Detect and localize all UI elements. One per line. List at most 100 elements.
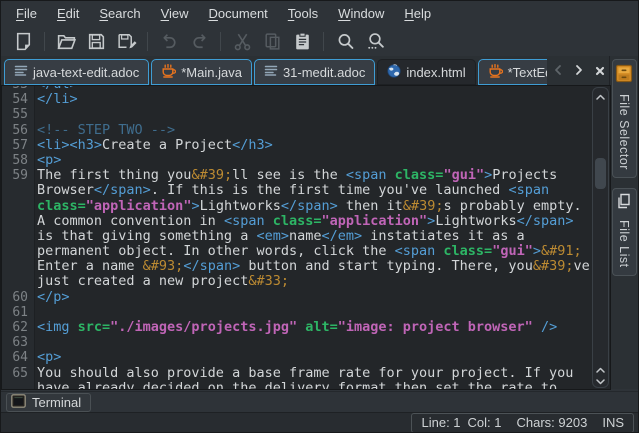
vertical-scrollbar[interactable] <box>592 87 609 388</box>
terminal-panel-label: Terminal <box>32 395 81 410</box>
statusbar: Line: 1 Col: 1 Chars: 9203 INS <box>1 412 638 432</box>
toolbar-button-cut[interactable] <box>227 28 257 54</box>
text-editor-window: FileEditSearchViewDocumentToolsWindowHel… <box>0 0 639 433</box>
text-doc-icon <box>14 64 28 80</box>
menu-item-edit[interactable]: Edit <box>47 2 89 25</box>
line-number: 55 <box>2 107 35 122</box>
toolbar-button-copy[interactable] <box>257 28 287 54</box>
file-list-icon <box>616 193 632 214</box>
code-text: Browser</span>. If this is the first tim… <box>35 183 592 198</box>
toolbar-button-redo[interactable] <box>184 28 214 54</box>
code-text: have already decided on the delivery for… <box>35 381 592 389</box>
menu-item-tools[interactable]: Tools <box>278 2 328 25</box>
status-chars: Chars: 9203 <box>517 415 588 430</box>
save-as-icon <box>116 31 137 52</box>
tab-scroll-left-button[interactable] <box>548 61 568 82</box>
sidebar-tab-file-selector[interactable]: File Selector <box>612 59 637 178</box>
toolbar-separator <box>147 32 148 51</box>
toolbar-button-save[interactable] <box>81 28 111 54</box>
scroll-up-button[interactable] <box>593 89 608 101</box>
line-number <box>2 244 35 259</box>
code-line: 62<img src="./images/projects.jpg" alt="… <box>2 320 592 335</box>
editor-pane[interactable]: 53</ul>54</li>5556<!-- STEP TWO -->57<li… <box>1 85 611 390</box>
menu-item-help[interactable]: Help <box>394 2 441 25</box>
sidebar-tab-file-list[interactable]: File List <box>612 188 637 276</box>
tabbar: java-text-edit.adoc *Main.java 31-medit.ad… <box>1 56 611 85</box>
toolbar-button-undo[interactable] <box>154 28 184 54</box>
menu-item-search[interactable]: Search <box>89 2 150 25</box>
code-line: class="application">Lightworks</span> th… <box>2 199 592 214</box>
menu-item-view[interactable]: View <box>151 2 199 25</box>
java-coffee-icon <box>488 64 503 81</box>
line-number: 56 <box>2 123 35 138</box>
code-line: A common convention in <span class="appl… <box>2 214 592 229</box>
line-number: 57 <box>2 138 35 153</box>
code-line: 58<p> <box>2 153 592 168</box>
tab-texted[interactable]: *TextEd <box>478 59 547 85</box>
redo-icon <box>189 31 210 52</box>
line-number: 62 <box>2 320 35 335</box>
line-number <box>2 229 35 244</box>
toolbar-button-paste[interactable] <box>287 28 317 54</box>
status-box: Line: 1 Col: 1 Chars: 9203 INS <box>411 413 634 433</box>
status-col[interactable]: Col: 1 <box>468 415 502 430</box>
code-line: 65You should also provide a base frame r… <box>2 366 592 381</box>
code-line: 56<!-- STEP TWO --> <box>2 123 592 138</box>
cut-icon <box>232 31 253 52</box>
code-text <box>35 107 592 122</box>
bottom-panel-bar: Terminal <box>1 391 638 412</box>
toolbar-button-open-file[interactable] <box>51 28 81 54</box>
menu-item-document[interactable]: Document <box>199 2 278 25</box>
line-number <box>2 214 35 229</box>
line-number <box>2 183 35 198</box>
html-globe-icon <box>387 64 401 81</box>
find-replace-icon <box>365 31 386 52</box>
toolbar-button-find[interactable] <box>330 28 360 54</box>
arrow-up-icon <box>596 88 605 103</box>
tab-close-button[interactable] <box>590 61 610 82</box>
new-document-icon <box>13 31 34 52</box>
close-icon <box>595 64 605 79</box>
tab-main-java[interactable]: *Main.java <box>151 59 252 85</box>
menubar: FileEditSearchViewDocumentToolsWindowHel… <box>1 1 638 26</box>
code-text: <p> <box>35 350 592 365</box>
code-area[interactable]: 53</ul>54</li>5556<!-- STEP TWO -->57<li… <box>2 86 592 389</box>
terminal-panel-button[interactable]: Terminal <box>6 393 91 412</box>
toolbar-button-save-as[interactable] <box>111 28 141 54</box>
tab-31-medit-adoc[interactable]: 31-medit.adoc <box>254 59 375 85</box>
code-text: is that giving something a <em>name</em>… <box>35 229 592 244</box>
line-number: 65 <box>2 366 35 381</box>
code-line-partial: have already decided on the delivery for… <box>2 381 592 389</box>
menu-item-file[interactable]: File <box>6 2 47 25</box>
menu-item-window[interactable]: Window <box>328 2 394 25</box>
line-number: 54 <box>2 92 35 107</box>
tab-scroll-right-button[interactable] <box>569 61 589 82</box>
toolbar-separator <box>323 32 324 51</box>
line-number: 61 <box>2 305 35 320</box>
line-number <box>2 199 35 214</box>
line-number: 63 <box>2 335 35 350</box>
code-text: <!-- STEP TWO --> <box>35 123 592 138</box>
line-number <box>2 259 35 274</box>
tab-label: java-text-edit.adoc <box>33 65 139 80</box>
scroll-down-button[interactable] <box>593 374 608 386</box>
line-number: 58 <box>2 153 35 168</box>
text-doc-icon <box>264 64 278 80</box>
status-insert-mode[interactable]: INS <box>602 415 624 430</box>
tab-index-html[interactable]: index.html <box>377 59 475 85</box>
line-number: 64 <box>2 350 35 365</box>
tab-strip: java-text-edit.adoc *Main.java 31-medit.ad… <box>1 56 547 85</box>
status-line[interactable]: Line: 1 <box>421 415 460 430</box>
toolbar-button-find-replace[interactable] <box>360 28 390 54</box>
find-icon <box>335 31 356 52</box>
code-text: <img src="./images/projects.jpg" alt="im… <box>35 320 592 335</box>
code-line: 59The first thing you&#39;ll see is the … <box>2 168 592 183</box>
code-text: A common convention in <span class="appl… <box>35 214 592 229</box>
tab-label: index.html <box>406 65 465 80</box>
tab-java-text-edit-adoc[interactable]: java-text-edit.adoc <box>4 59 149 85</box>
open-file-icon <box>56 31 77 52</box>
tab-label: *Main.java <box>181 65 242 80</box>
toolbar-button-new-document[interactable] <box>8 28 38 54</box>
code-text: permanent object. In other words, click … <box>35 244 592 259</box>
scroll-thumb[interactable] <box>595 158 606 189</box>
